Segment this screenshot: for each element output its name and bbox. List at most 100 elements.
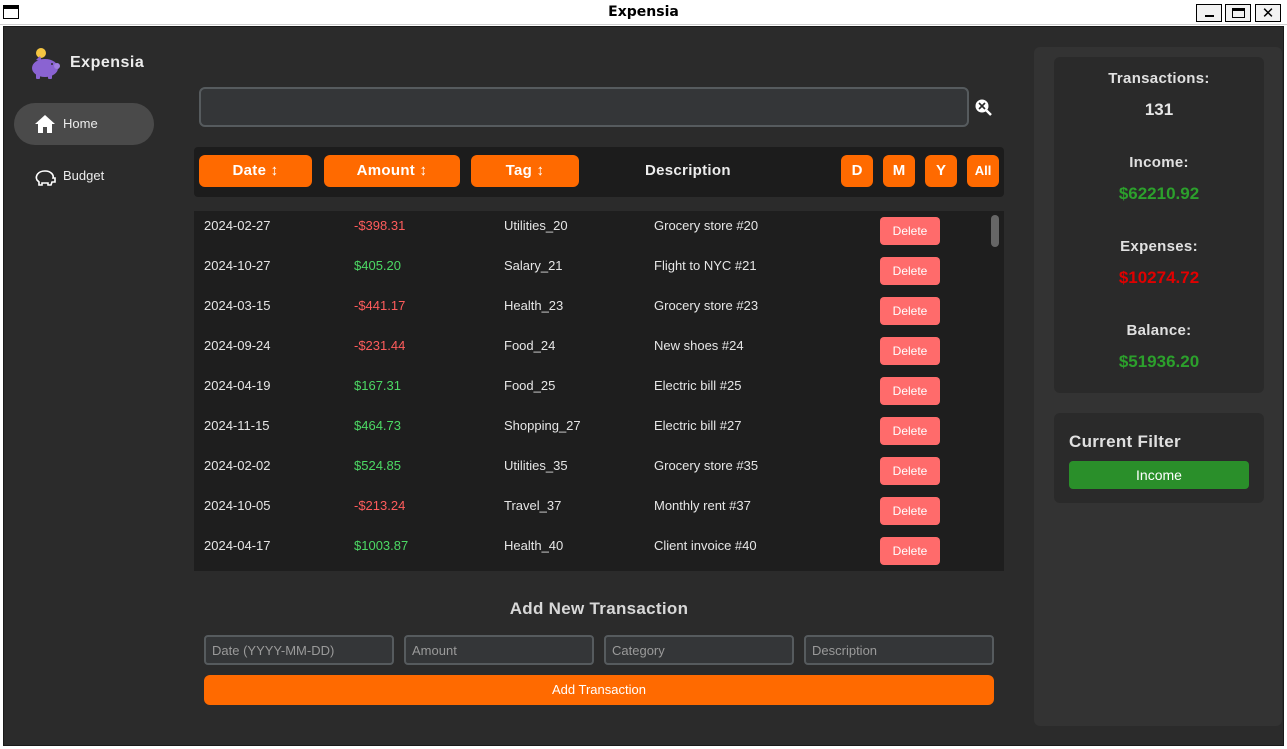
amount-cell: -$441.17 [354,298,406,313]
income-label: Income: [1129,154,1189,171]
delete-button[interactable]: Delete [880,457,940,485]
window-title: Expensia [608,4,679,20]
sidebar-item-home[interactable]: Home [14,103,154,145]
filter-month-button[interactable]: M [883,155,915,187]
sidebar-item-label: Budget [63,168,105,183]
delete-button[interactable]: Delete [880,497,940,525]
table-header: Date ↕ Amount ↕ Tag ↕ Description D M Y … [194,147,1004,197]
amount-cell: $524.85 [354,458,401,473]
delete-button[interactable]: Delete [880,217,940,245]
sidebar-item-budget[interactable]: Budget [14,155,154,197]
date-cell: 2024-10-05 [204,498,271,513]
app-brand: Expensia [70,54,145,71]
piggy-bank-logo-icon [32,48,60,79]
description-cell: Grocery store #35 [654,458,759,473]
description-cell: Client invoice #40 [654,538,757,553]
filter-all-button[interactable]: All [967,155,999,187]
search-input[interactable] [199,87,969,127]
current-filter-badge: Income [1069,461,1249,489]
delete-button[interactable]: Delete [880,257,940,285]
description-cell: Monthly rent #37 [654,498,751,513]
income-value: $62210.92 [1118,184,1200,203]
stats-card: Transactions: 131 Income: $62210.92 Expe… [1054,57,1264,393]
filter-day-button[interactable]: D [841,155,873,187]
tag-cell: Food_24 [504,338,556,353]
search-icon[interactable] [974,98,992,116]
amount-cell: -$213.24 [354,498,406,513]
amount-cell: -$398.31 [354,218,406,233]
table-row: 2024-03-15 -$441.17 Health_23 Grocery st… [194,291,984,331]
close-button[interactable]: ✕ [1255,4,1281,22]
date-cell: 2024-04-17 [204,538,271,553]
description-cell: New shoes #24 [654,338,744,353]
current-filter-title: Current Filter [1069,432,1181,451]
amount-field[interactable] [404,635,594,665]
delete-button[interactable]: Delete [880,417,940,445]
category-field[interactable] [604,635,794,665]
tag-cell: Utilities_20 [504,218,568,233]
tag-cell: Travel_37 [504,498,562,513]
description-field[interactable] [804,635,994,665]
table-row: 2024-10-27 $405.20 Salary_21 Flight to N… [194,251,984,291]
amount-cell: $405.20 [354,258,401,273]
delete-button[interactable]: Delete [880,377,940,405]
add-transaction-title: Add New Transaction [509,599,689,618]
expenses-value: $10274.72 [1118,268,1200,287]
expenses-label: Expenses: [1120,238,1198,255]
date-cell: 2024-11-15 [204,418,270,433]
table-row: 2024-02-27 -$398.31 Utilities_20 Grocery… [194,211,984,251]
app-window: Expensia Home Budget Date ↕ Amount ↕ Tag… [3,26,1284,746]
tag-cell: Health_23 [504,298,564,313]
date-cell: 2024-04-19 [204,378,271,393]
table-row: 2024-10-05 -$213.24 Travel_37 Monthly re… [194,491,984,531]
description-cell: Electric bill #27 [654,418,742,433]
sidebar-item-label: Home [63,116,98,131]
budget-icon [35,170,56,186]
description-header: Description [645,162,731,179]
date-cell: 2024-10-27 [204,258,271,273]
close-icon: ✕ [1261,4,1275,22]
table-row: 2024-04-19 $167.31 Food_25 Electric bill… [194,371,984,411]
tag-cell: Utilities_35 [504,458,568,473]
window-titlebar: Expensia ✕ [0,0,1287,25]
tag-cell: Salary_21 [504,258,563,273]
date-field[interactable] [204,635,394,665]
tag-cell: Health_40 [504,538,564,553]
delete-button[interactable]: Delete [880,297,940,325]
description-cell: Grocery store #23 [654,298,759,313]
delete-button[interactable]: Delete [880,337,940,365]
date-cell: 2024-03-15 [204,298,271,313]
table-row: 2024-02-02 $524.85 Utilities_35 Grocery … [194,451,984,491]
maximize-button[interactable] [1225,4,1251,22]
transactions-table: 2024-02-27 -$398.31 Utilities_20 Grocery… [194,211,1004,571]
table-row: 2024-11-15 $464.73 Shopping_27 Electric … [194,411,984,451]
description-cell: Flight to NYC #21 [654,258,757,273]
balance-label: Balance: [1126,322,1192,339]
amount-cell: $167.31 [354,378,401,393]
sort-tag-button[interactable]: Tag ↕ [471,155,579,187]
table-row: 2024-04-17 $1003.87 Health_40 Client inv… [194,531,984,571]
current-filter-card: Current Filter Income [1054,413,1264,503]
home-icon [35,115,55,133]
table-scrollbar[interactable] [991,215,999,247]
amount-cell: -$231.44 [354,338,406,353]
filter-year-button[interactable]: Y [925,155,957,187]
amount-cell: $1003.87 [354,538,409,553]
date-cell: 2024-02-02 [204,458,271,473]
delete-button[interactable]: Delete [880,537,940,565]
sort-amount-button[interactable]: Amount ↕ [324,155,460,187]
date-cell: 2024-09-24 [204,338,271,353]
summary-panel: Transactions: 131 Income: $62210.92 Expe… [1034,47,1282,726]
table-row: 2024-09-24 -$231.44 Food_24 New shoes #2… [194,331,984,371]
sidebar: Expensia Home Budget [4,27,169,745]
balance-value: $51936.20 [1118,352,1200,371]
description-cell: Grocery store #20 [654,218,759,233]
amount-cell: $464.73 [354,418,401,433]
sort-date-button[interactable]: Date ↕ [199,155,312,187]
date-cell: 2024-02-27 [204,218,271,233]
tag-cell: Food_25 [504,378,556,393]
minimize-button[interactable] [1196,4,1222,22]
add-transaction-button[interactable]: Add Transaction [204,675,994,705]
minimize-icon [1205,15,1214,17]
transactions-count: 131 [1144,100,1174,119]
